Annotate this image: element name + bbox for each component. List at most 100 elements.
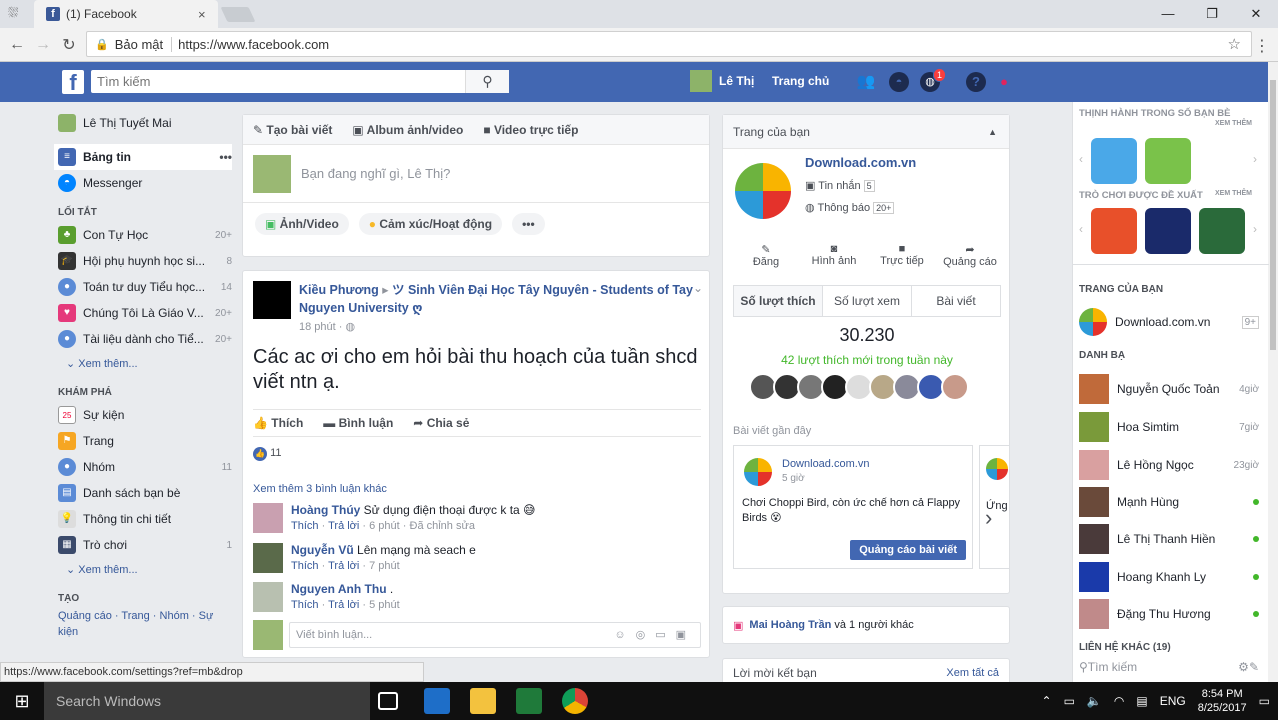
sidebar-item-news-feed[interactable]: ≡ Bảng tin ••• — [54, 144, 232, 170]
contact-row[interactable]: Hoa Simtim 7giờ — [1079, 411, 1259, 443]
keyboard-icon[interactable]: ▤ — [1136, 694, 1147, 708]
author-link[interactable]: Kiều Phương — [299, 283, 379, 297]
sidebar-item-groups[interactable]: ● Nhóm 11 — [58, 454, 232, 480]
comment-input[interactable]: Viết bình luận... ☺◎▭▣ — [289, 622, 701, 648]
recent-post-page[interactable]: Download.com.vn — [782, 458, 869, 470]
sidebar-item-friend-lists[interactable]: ▤ Danh sách bạn bè — [58, 480, 232, 506]
page-notifications[interactable]: ◍ Thông báo 20+ — [805, 201, 895, 214]
tab-posts[interactable]: Bài viết — [912, 286, 1000, 316]
like-button[interactable]: 👍 Thích — [253, 416, 303, 430]
notifications-globe-icon[interactable]: ◍ 1 — [920, 68, 946, 92]
avatar[interactable] — [941, 373, 969, 401]
comment-reply-link[interactable]: Trả lời — [328, 560, 359, 572]
comment-like-link[interactable]: Thích — [291, 560, 319, 572]
avatar[interactable] — [253, 582, 283, 612]
page-post-button[interactable]: ✎ Đăng — [733, 243, 799, 268]
chrome-icon[interactable] — [562, 688, 588, 714]
sidebar-item-shortcut[interactable]: ♥ Chúng Tôi Là Giáo V... 20+ — [58, 300, 232, 326]
page-scrollbar[interactable] — [1268, 62, 1278, 682]
profile-link[interactable]: Lê Thị — [690, 70, 754, 92]
battery-icon[interactable]: ▭ — [1064, 694, 1075, 708]
sidebar-item-shortcut[interactable]: ● Toán tư duy Tiểu học... 14 — [58, 274, 232, 300]
composer-input-area[interactable]: Bạn đang nghĩ gì, Lê Thị? — [243, 145, 709, 203]
back-arrow-icon[interactable]: ← — [4, 36, 30, 54]
reactions-count[interactable]: 👍 11 — [253, 447, 281, 461]
feeling-activity-button[interactable]: ● Cảm xúc/Hoạt động — [358, 213, 503, 235]
language-indicator[interactable]: ENG — [1160, 694, 1186, 708]
app-icon[interactable] — [424, 688, 450, 714]
recent-post-card-peek[interactable]: Ứng — [979, 445, 1009, 569]
more-options-icon[interactable]: ••• — [219, 150, 232, 164]
chevron-right-icon[interactable]: › — [1253, 222, 1257, 236]
contact-row[interactable]: Hoang Khanh Ly — [1079, 561, 1259, 593]
share-button[interactable]: ➦ Chia sẻ — [413, 416, 469, 430]
sidebar-item-pages[interactable]: ⚑ Trang — [58, 428, 232, 454]
see-more-link[interactable]: XEM THÊM — [1215, 120, 1252, 127]
birthday-notice[interactable]: ▣ Mai Hoàng Trần và 1 người khác — [722, 606, 1010, 644]
friend-requests-icon[interactable]: 👥 — [856, 72, 876, 92]
forward-arrow-icon[interactable]: → — [30, 36, 56, 54]
comment-attach-icons[interactable]: ☺◎▭▣ — [614, 623, 700, 647]
chevron-right-icon[interactable]: › — [985, 505, 992, 531]
comment-like-link[interactable]: Thích — [291, 520, 319, 532]
contact-row[interactable]: Nguyễn Quốc Toản 4giờ — [1079, 373, 1259, 405]
chevron-left-icon[interactable]: ‹ — [1079, 152, 1083, 166]
create-ad-link[interactable]: Quảng cáo — [58, 610, 112, 622]
clock[interactable]: 8:54 PM 8/25/2017 — [1198, 687, 1247, 715]
tab-create-post[interactable]: ✎ Tạo bài viết — [253, 123, 332, 137]
contact-row[interactable]: Lê Thị Thanh Hiền — [1079, 523, 1259, 555]
create-page-link[interactable]: Trang — [121, 610, 149, 622]
comment-time[interactable]: 7 phút — [369, 560, 400, 572]
page-messages[interactable]: ▣ Tin nhắn 5 — [805, 179, 875, 192]
comment-like-link[interactable]: Thích — [291, 599, 319, 611]
comment-reply-link[interactable]: Trả lời — [328, 520, 359, 532]
page-promote-button[interactable]: ➦ Quảng cáo — [937, 243, 1003, 268]
messenger-icon[interactable]: ◓ — [889, 72, 909, 92]
chat-page-row[interactable]: Download.com.vn 9+ — [1079, 306, 1259, 338]
page-live-button[interactable]: ■ Trực tiếp — [869, 243, 935, 268]
chevron-left-icon[interactable]: ‹ — [1079, 222, 1083, 236]
compose-icon[interactable]: ✎ — [1249, 660, 1259, 674]
browser-tab[interactable]: f (1) Facebook × — [34, 0, 218, 28]
see-all-link[interactable]: Xem tất cả — [946, 667, 999, 679]
contact-row[interactable]: Mạnh Hùng — [1079, 486, 1259, 518]
tab-live-video[interactable]: ■ Video trực tiếp — [483, 123, 578, 137]
comment-reply-link[interactable]: Trả lời — [328, 599, 359, 611]
taskbar-search[interactable]: Search Windows — [44, 682, 370, 720]
bookmark-star-icon[interactable]: ☆ — [1228, 35, 1241, 53]
chrome-menu-icon[interactable]: ⋮ — [1254, 36, 1270, 56]
gear-icon[interactable]: ⚙ — [1238, 660, 1249, 674]
new-tab-button[interactable] — [220, 7, 256, 22]
close-window-button[interactable]: ✕ — [1234, 0, 1278, 28]
comment-author[interactable]: Nguyễn Vũ — [291, 543, 354, 557]
game-thumbnail[interactable] — [1091, 208, 1137, 254]
task-view-icon[interactable] — [378, 692, 398, 710]
avatar[interactable] — [253, 503, 283, 533]
file-explorer-icon[interactable] — [470, 688, 496, 714]
tab-album[interactable]: ▣ Album ảnh/video — [352, 123, 463, 137]
url-text[interactable]: https://www.facebook.com — [178, 37, 329, 52]
see-more-link[interactable]: ⌄ Xem thêm... — [58, 352, 232, 376]
more-options-button[interactable]: ••• — [512, 213, 545, 235]
sidebar-item-shortcut[interactable]: 🎓 Hội phụ huynh học si... 8 — [58, 248, 232, 274]
photo-video-button[interactable]: ▣ Ảnh/Video — [255, 213, 349, 235]
page-photo-button[interactable]: ◙ Hình ảnh — [801, 243, 867, 268]
view-more-comments-link[interactable]: Xem thêm 3 bình luận khác — [253, 483, 387, 495]
sidebar-item-events[interactable]: 25 Sự kiện — [58, 402, 232, 428]
contact-row[interactable]: Đặng Thu Hương — [1079, 598, 1259, 630]
avatar[interactable] — [253, 543, 283, 573]
sidebar-item-profile[interactable]: Lê Thị Tuyết Mai — [58, 110, 232, 136]
boost-post-button[interactable]: Quảng cáo bài viết — [850, 540, 966, 560]
notification-center-icon[interactable]: ▭ — [1259, 694, 1270, 708]
account-menu-icon[interactable]: ● — [994, 72, 1014, 92]
help-icon[interactable]: ? — [966, 72, 986, 92]
tab-views[interactable]: Số lượt xem — [823, 286, 912, 316]
wifi-icon[interactable]: ◠ — [1114, 694, 1124, 708]
see-more-link[interactable]: XEM THÊM — [1215, 190, 1252, 197]
game-thumbnail[interactable] — [1145, 138, 1191, 184]
post-time[interactable]: 18 phút · ◍ — [299, 320, 355, 333]
chevron-up-icon[interactable]: ⌃ — [1042, 694, 1052, 708]
create-group-link[interactable]: Nhóm — [160, 610, 189, 622]
restore-button[interactable]: ❐ — [1190, 0, 1234, 28]
recent-post-card[interactable]: Download.com.vn 5 giờ Chơi Choppi Bird, … — [733, 445, 973, 569]
